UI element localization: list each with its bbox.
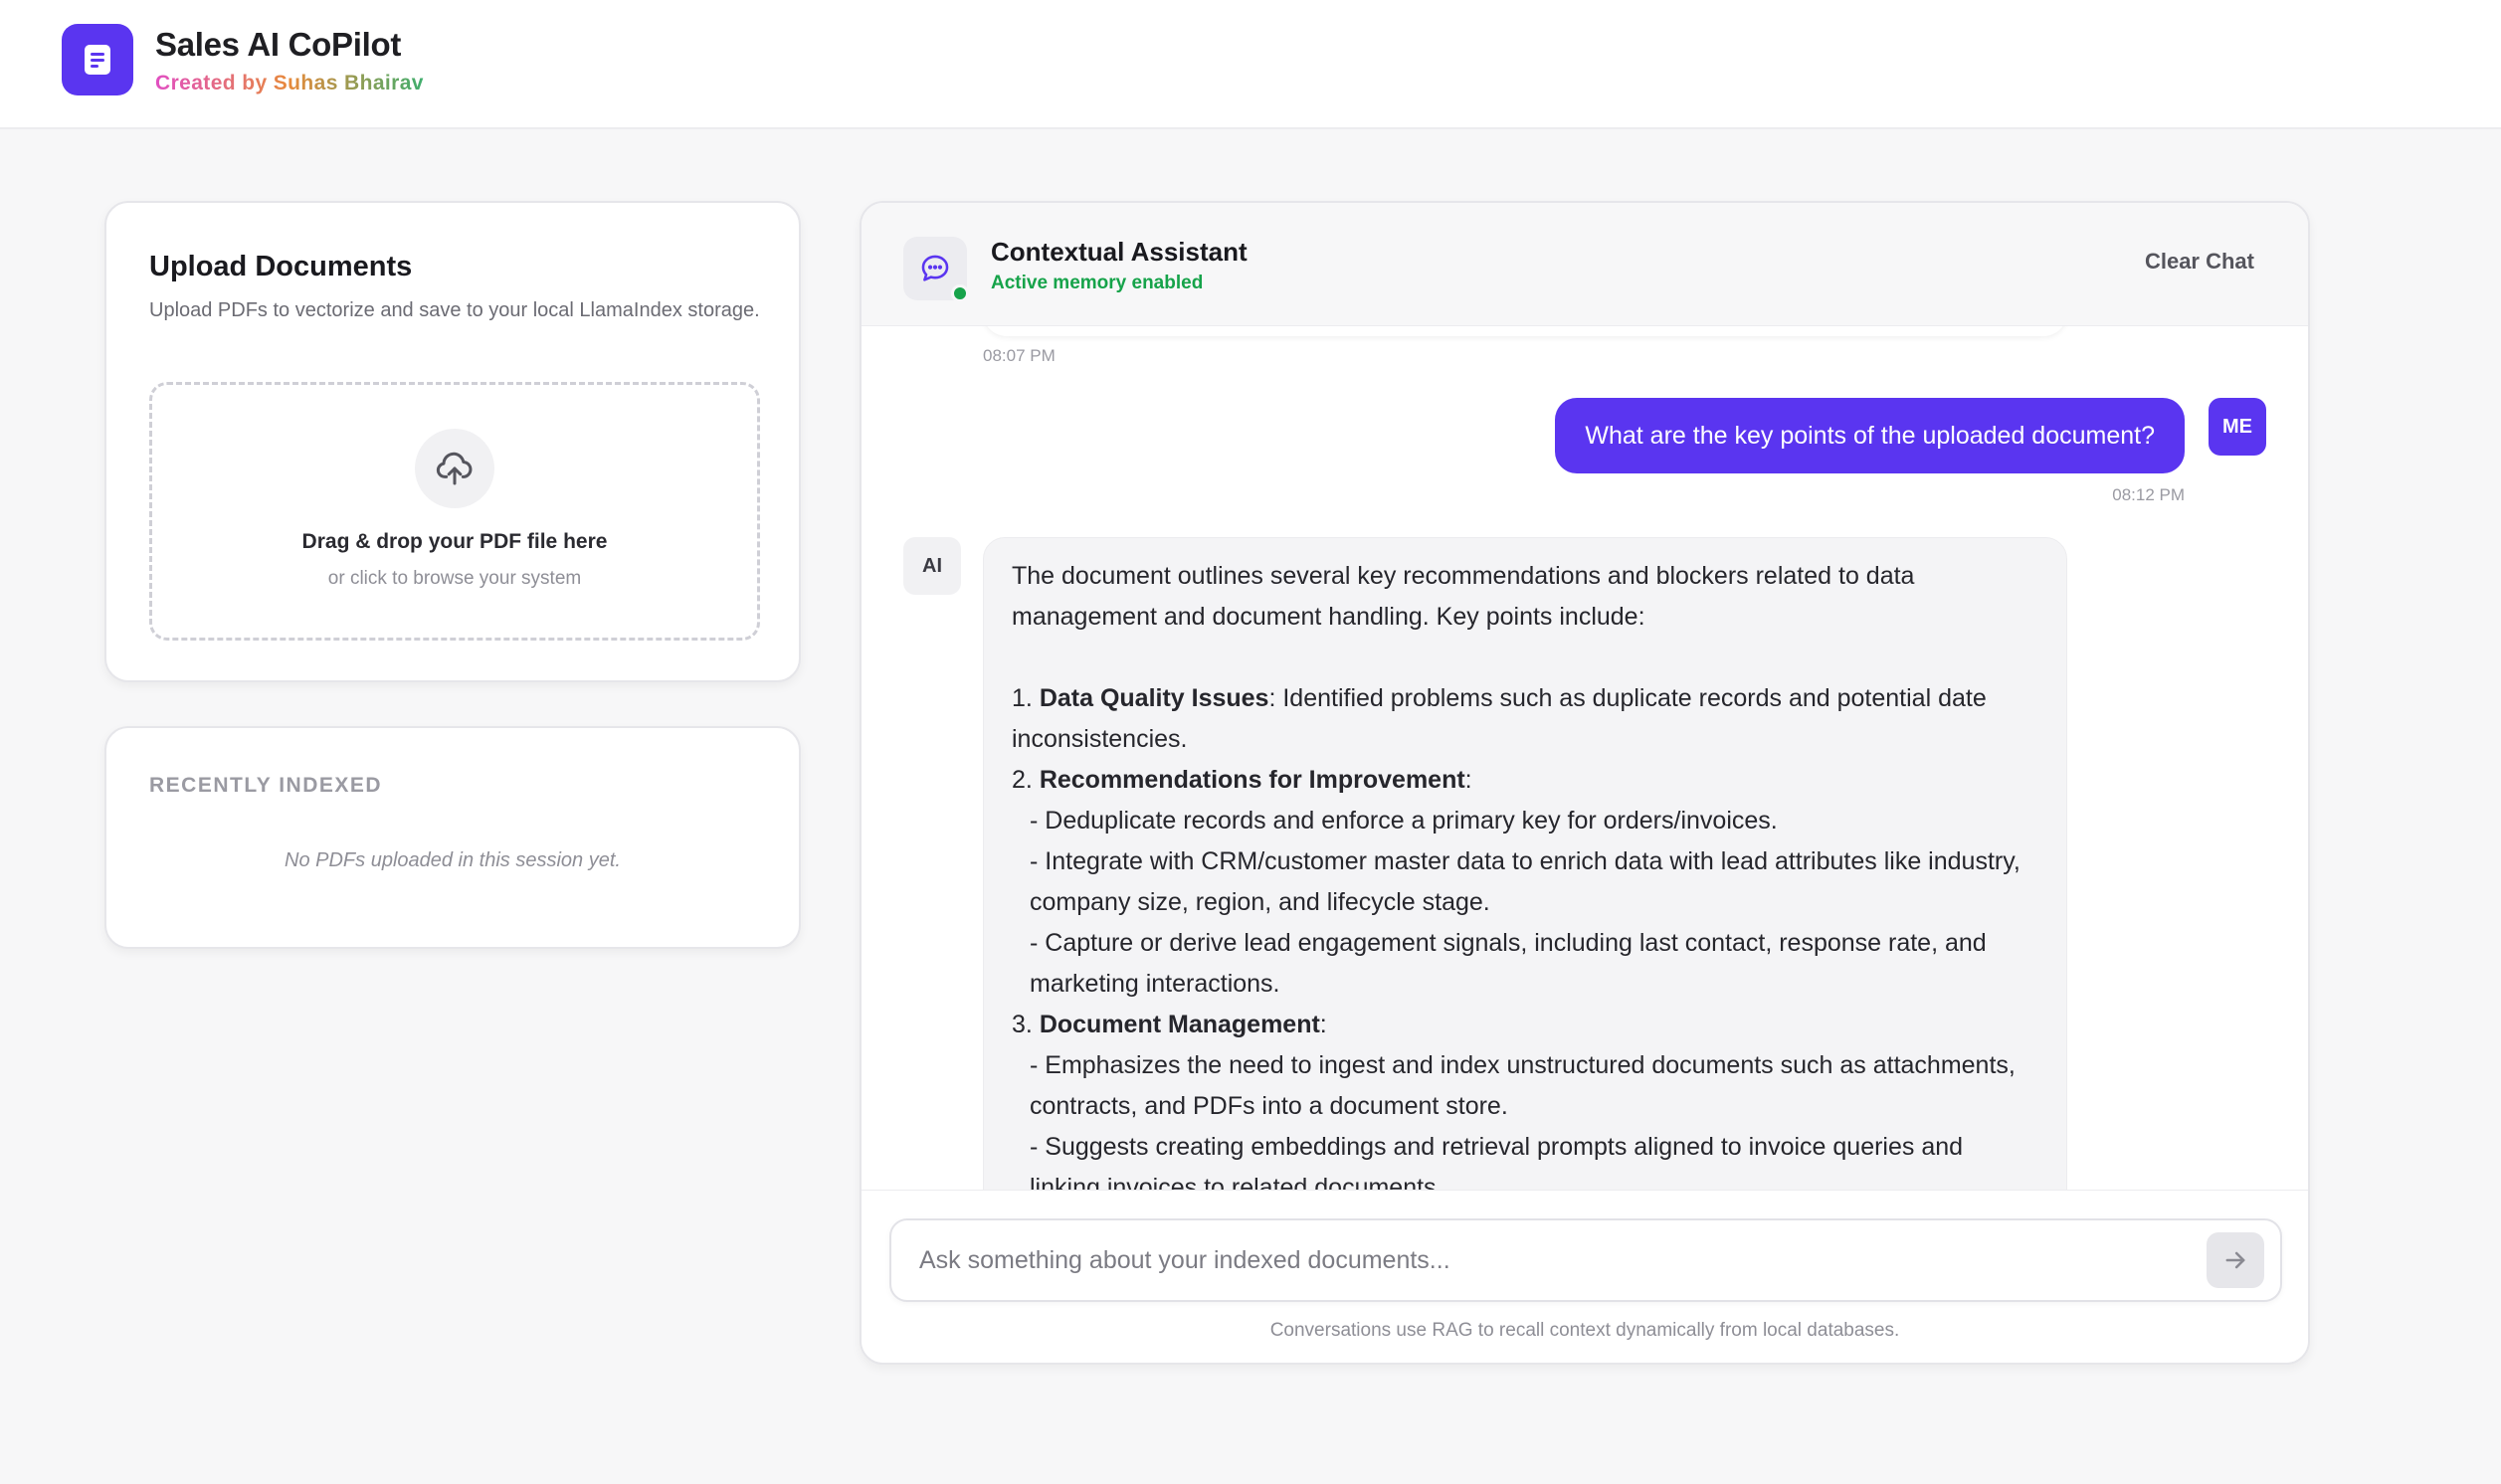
online-status-dot <box>951 284 969 302</box>
ai-message: The document outlines several key recomm… <box>983 537 2067 1190</box>
arrow-right-icon <box>2225 1251 2245 1269</box>
recently-indexed-card: RECENTLY INDEXED No PDFs uploaded in thi… <box>104 726 801 949</box>
upload-card: Upload Documents Upload PDFs to vectoriz… <box>104 201 801 682</box>
chat-bubble-icon <box>903 237 969 302</box>
app-header: Sales AI CoPilot Created by Suhas Bhaira… <box>0 0 2501 129</box>
message-list[interactable]: 08:07 PM What are the key points of the … <box>862 326 2308 1190</box>
credit-line: Created by Suhas Bhairav <box>155 72 424 94</box>
ai-bullet: - Capture or derive lead engagement sign… <box>1030 929 1987 998</box>
chat-composer: Conversations use RAG to recall context … <box>862 1190 2308 1363</box>
message-timestamp: 08:07 PM <box>983 346 1056 365</box>
rag-footnote: Conversations use RAG to recall context … <box>1269 1320 1900 1341</box>
message-timestamp: 08:12 PM <box>2112 485 2185 504</box>
chat-input-box <box>889 1218 2282 1302</box>
dropzone-hint: or click to browse your system <box>327 568 582 589</box>
upload-description: Upload PDFs to vectorize and save to you… <box>149 299 760 321</box>
recently-indexed-title: RECENTLY INDEXED <box>149 774 383 797</box>
previous-ai-message <box>983 326 2067 336</box>
assistant-status: Active memory enabled <box>991 273 1204 293</box>
dropzone-label: Drag & drop your PDF file here <box>301 530 608 553</box>
upload-title: Upload Documents <box>149 251 413 282</box>
clear-chat-button[interactable]: Clear Chat <box>2145 249 2254 275</box>
ai-bullet: - Deduplicate records and enforce a prim… <box>1030 807 1778 835</box>
ai-avatar: AI <box>903 537 961 595</box>
pdf-dropzone[interactable]: Drag & drop your PDF file here or click … <box>149 382 760 641</box>
recently-indexed-empty: No PDFs uploaded in this session yet. <box>285 849 621 871</box>
chat-panel: Contextual Assistant Active memory enabl… <box>860 201 2310 1365</box>
chat-header: Contextual Assistant Active memory enabl… <box>862 203 2308 326</box>
document-icon <box>85 45 110 75</box>
ai-point: 3. Document Management: <box>1012 1011 1327 1038</box>
ai-point: 1. Data Quality Issues: Identified probl… <box>1012 684 1987 753</box>
ai-message-intro: The document outlines several key recomm… <box>1012 562 1915 631</box>
app-logo <box>62 24 133 95</box>
send-button[interactable] <box>2207 1232 2264 1288</box>
user-avatar: ME <box>2209 398 2266 456</box>
ai-point: 2. Recommendations for Improvement: <box>1012 766 1472 794</box>
ai-bullet: - Suggests creating embeddings and retri… <box>1030 1133 1964 1190</box>
user-message: What are the key points of the uploaded … <box>1555 398 2185 473</box>
app-title: Sales AI CoPilot <box>155 26 402 63</box>
cloud-upload-icon <box>415 429 494 508</box>
chat-input[interactable] <box>891 1220 2205 1300</box>
assistant-name: Contextual Assistant <box>991 237 1248 267</box>
ai-bullet: - Emphasizes the need to ingest and inde… <box>1030 1051 2016 1120</box>
ai-bullet: - Integrate with CRM/customer master dat… <box>1030 847 2020 916</box>
